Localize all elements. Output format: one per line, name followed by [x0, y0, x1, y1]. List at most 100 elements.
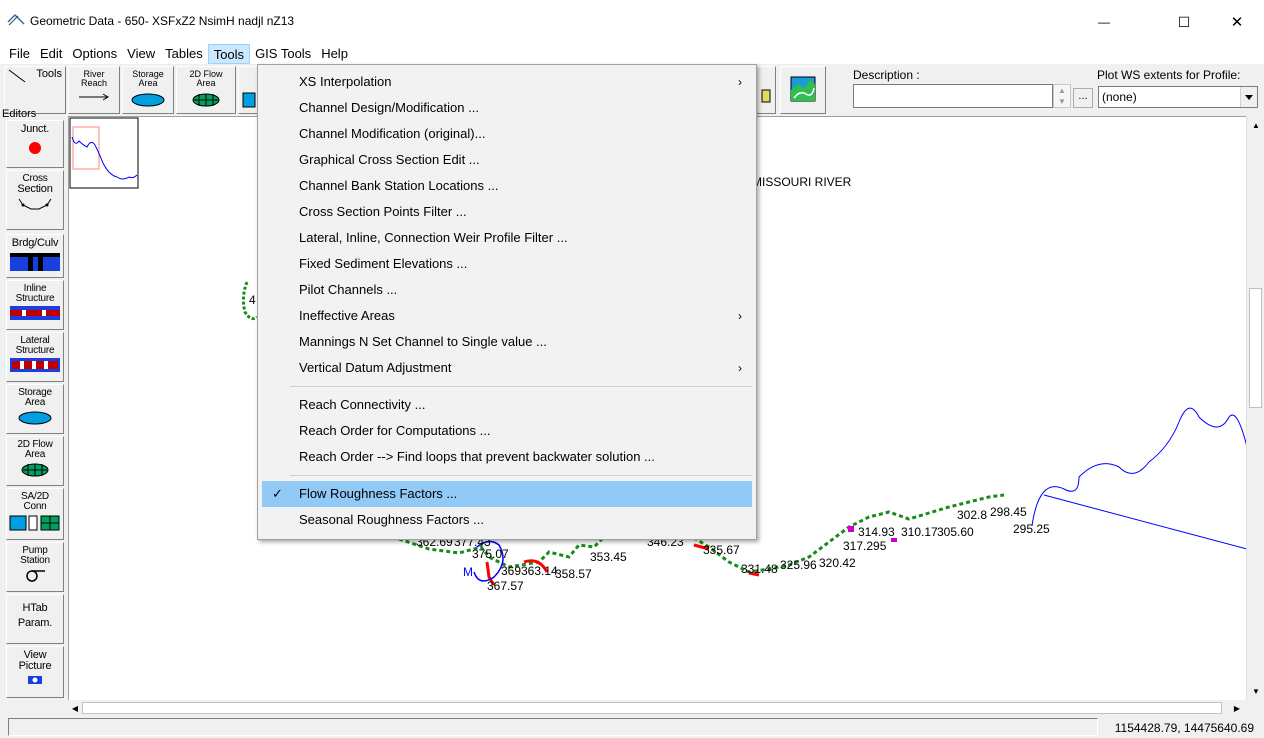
- menu-item-label: Ineffective Areas: [299, 308, 395, 323]
- station-label[interactable]: 298.45: [990, 505, 1027, 519]
- scroll-up-icon[interactable]: ▲: [1249, 118, 1263, 132]
- maximize-button[interactable]: ☐: [1161, 0, 1207, 44]
- editor-pump-station-button[interactable]: Pump Station: [6, 542, 64, 592]
- station-label[interactable]: 335.67: [703, 543, 740, 557]
- menu-item-reach-order-for-computations[interactable]: Reach Order for Computations ...: [258, 418, 756, 444]
- station-label[interactable]: 358.57: [555, 567, 592, 581]
- station-label[interactable]: 317.295: [843, 539, 886, 553]
- menu-item-flow-roughness-factors[interactable]: Flow Roughness Factors ... ✓: [262, 481, 752, 507]
- storage-area-tool-button[interactable]: Storage Area: [122, 66, 174, 114]
- station-label[interactable]: 302.8: [957, 508, 987, 522]
- menu-help[interactable]: Help: [316, 44, 353, 64]
- horizontal-scrollbar[interactable]: ◀ ▶: [68, 700, 1246, 716]
- menu-item-label: Reach Order for Computations ...: [299, 423, 491, 438]
- lateral-marker[interactable]: [848, 526, 854, 532]
- menu-item-reach-order-find-loops-that-prevent-backwater-solution[interactable]: Reach Order --> Find loops that prevent …: [258, 444, 756, 470]
- menu-item-channel-modification-original[interactable]: Channel Modification (original)...: [258, 121, 756, 147]
- scroll-right-icon[interactable]: ▶: [1230, 701, 1244, 715]
- editor-lateral-structure-button[interactable]: Lateral Structure: [6, 332, 64, 382]
- station-label[interactable]: 353.45: [590, 550, 627, 564]
- editor-cross-section-button[interactable]: Cross Section: [6, 170, 64, 230]
- toolbar-button-hidden[interactable]: [756, 66, 776, 114]
- river-reach-line[interactable]: [1043, 494, 1247, 550]
- submenu-arrow-icon: ›: [738, 75, 742, 89]
- editor-2d-flow-area-button[interactable]: 2D Flow Area: [6, 436, 64, 486]
- description-input[interactable]: [853, 84, 1053, 108]
- menu-item-pilot-channels[interactable]: Pilot Channels ...: [258, 277, 756, 303]
- description-more-button[interactable]: ...: [1073, 88, 1093, 108]
- 2d-flow-area-tool-button[interactable]: 2D Flow Area: [176, 66, 236, 114]
- menu-item-reach-connectivity[interactable]: Reach Connectivity ...: [258, 392, 756, 418]
- menu-item-label: Graphical Cross Section Edit ...: [299, 152, 480, 167]
- vertical-scroll-thumb[interactable]: [1249, 288, 1262, 408]
- editor-htab-param-button[interactable]: HTab Param.: [6, 594, 64, 644]
- vertical-scrollbar[interactable]: ▲ ▼: [1246, 116, 1264, 700]
- menu-item-label: XS Interpolation: [299, 74, 392, 89]
- menu-item-seasonal-roughness-factors[interactable]: Seasonal Roughness Factors ...: [258, 507, 756, 533]
- station-label[interactable]: 369: [501, 564, 521, 578]
- scroll-left-icon[interactable]: ◀: [68, 701, 82, 715]
- menu-gis-tools[interactable]: GIS Tools: [250, 44, 316, 64]
- editor-junction-button[interactable]: Junct.: [6, 120, 64, 168]
- junction-marker-label[interactable]: M: [463, 565, 473, 579]
- tools-button[interactable]: Tools: [4, 66, 66, 114]
- menu-tables[interactable]: Tables: [160, 44, 208, 64]
- station-label[interactable]: 375.07: [472, 547, 509, 561]
- river-centerline[interactable]: [1031, 407, 1247, 527]
- station-label[interactable]: 320.42: [819, 556, 856, 570]
- station-label[interactable]: 310.17: [901, 525, 938, 539]
- grid-area-icon: [192, 93, 220, 107]
- menu-tools[interactable]: Tools: [207, 44, 251, 64]
- menu-item-label: Fixed Sediment Elevations ...: [299, 256, 468, 271]
- editor-view-picture-button[interactable]: View Picture: [6, 646, 64, 698]
- station-label[interactable]: 363.14: [521, 564, 558, 578]
- minimize-button[interactable]: —: [1081, 0, 1127, 44]
- menu-item-channel-bank-station-locations[interactable]: Channel Bank Station Locations ...: [258, 173, 756, 199]
- station-label[interactable]: 314.93: [858, 525, 895, 539]
- title-bar: Geometric Data - 650- XSFxZ2 NsimH nadjl…: [0, 0, 1264, 44]
- editor-bridge-culvert-button[interactable]: Brdg/Culv: [6, 234, 64, 278]
- junction-icon: [29, 142, 41, 154]
- editor-sa-2d-conn-button[interactable]: SA/2D Conn: [6, 488, 64, 540]
- geometric-data-window: Geometric Data - 650- XSFxZ2 NsimH nadjl…: [0, 0, 1264, 738]
- checkmark-icon: ✓: [272, 486, 283, 501]
- scroll-down-icon[interactable]: ▼: [1249, 684, 1263, 698]
- plot-ws-label: Plot WS extents for Profile:: [1097, 68, 1241, 82]
- horizontal-scroll-thumb[interactable]: [82, 702, 1222, 714]
- map-layers-button[interactable]: [780, 66, 826, 114]
- station-label[interactable]: 4: [249, 293, 256, 307]
- pump-icon: [26, 570, 45, 582]
- station-label[interactable]: 367.57: [487, 579, 524, 593]
- menu-item-mannings-n-set-channel-to-single-value[interactable]: Mannings N Set Channel to Single value .…: [258, 329, 756, 355]
- submenu-arrow-icon: ›: [738, 309, 742, 323]
- menu-options[interactable]: Options: [67, 44, 122, 64]
- menu-item-channel-design-modification[interactable]: Channel Design/Modification ...: [258, 95, 756, 121]
- plot-ws-profile-select[interactable]: (none): [1098, 86, 1258, 108]
- station-label[interactable]: 305.60: [937, 525, 974, 539]
- close-button[interactable]: ✕: [1214, 0, 1260, 44]
- chevron-down-icon: [1240, 87, 1257, 107]
- menu-item-ineffective-areas[interactable]: Ineffective Areas ›: [258, 303, 756, 329]
- menu-item-lateral-inline-connection-weir-profile-filter[interactable]: Lateral, Inline, Connection Weir Profile…: [258, 225, 756, 251]
- cross-section-icon: [18, 198, 52, 210]
- menu-item-vertical-datum-adjustment[interactable]: Vertical Datum Adjustment ›: [258, 355, 756, 381]
- menu-edit[interactable]: Edit: [35, 44, 67, 64]
- station-label[interactable]: 295.25: [1013, 522, 1050, 536]
- station-label[interactable]: 325.96: [780, 558, 817, 572]
- camera-icon: [28, 676, 42, 684]
- editor-inline-structure-button[interactable]: Inline Structure: [6, 280, 64, 330]
- menu-item-fixed-sediment-elevations[interactable]: Fixed Sediment Elevations ...: [258, 251, 756, 277]
- menu-view[interactable]: View: [122, 44, 160, 64]
- river-reach-button[interactable]: River Reach: [68, 66, 120, 114]
- station-label[interactable]: 331.48: [741, 562, 778, 576]
- menu-item-label: Mannings N Set Channel to Single value .…: [299, 334, 547, 349]
- menu-item-cross-section-points-filter[interactable]: Cross Section Points Filter ...: [258, 199, 756, 225]
- menu-item-graphical-cross-section-edit[interactable]: Graphical Cross Section Edit ...: [258, 147, 756, 173]
- menu-item-xs-interpolation[interactable]: XS Interpolation ›: [258, 69, 756, 95]
- menu-item-label: Pilot Channels ...: [299, 282, 398, 297]
- editor-storage-area-button[interactable]: Storage Area: [6, 384, 64, 434]
- menu-file[interactable]: File: [4, 44, 35, 64]
- description-spinner[interactable]: ▲ ▼: [1053, 84, 1071, 108]
- description-label: Description :: [853, 68, 920, 82]
- overview-map[interactable]: [69, 117, 139, 189]
